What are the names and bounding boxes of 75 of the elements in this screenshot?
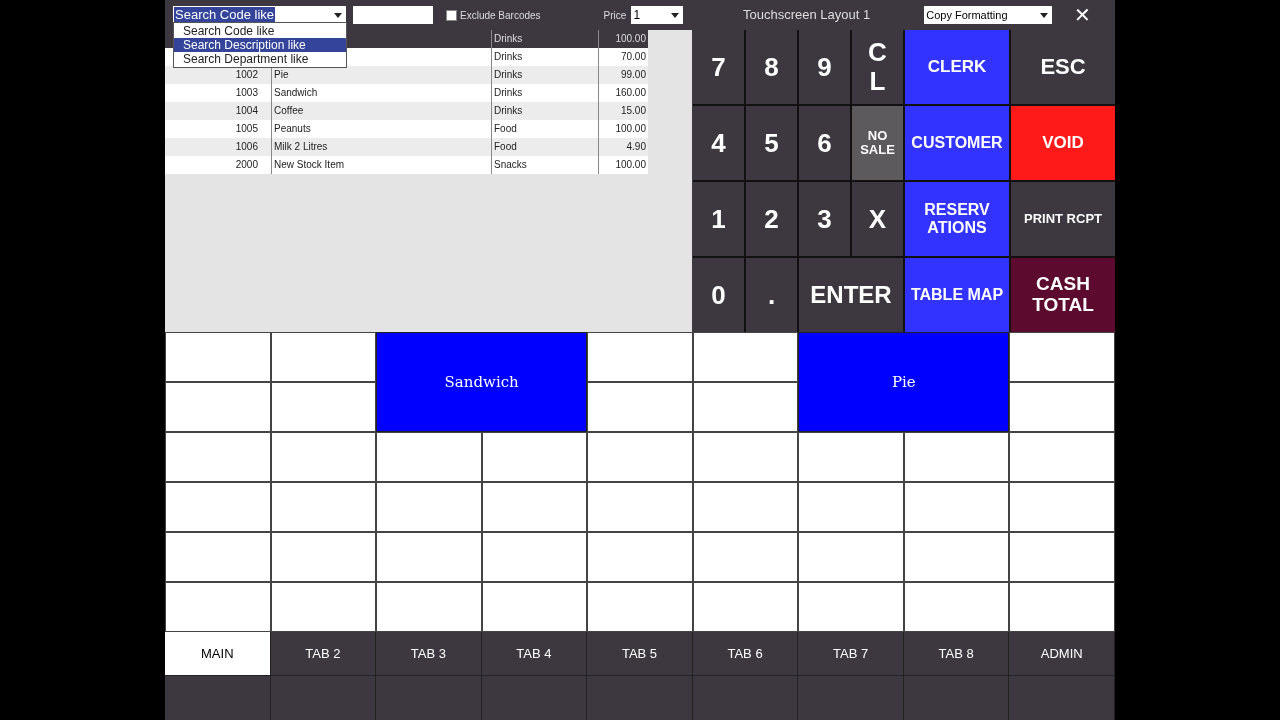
price-label: Price — [603, 8, 627, 23]
item-button[interactable]: Sandwich — [376, 332, 588, 432]
keypad-key[interactable]: 4 — [693, 106, 744, 180]
table-cell: Drinks — [494, 87, 523, 98]
keypad-key[interactable]: 6 — [799, 106, 850, 180]
dropdown-option[interactable]: Search Department like — [174, 52, 346, 66]
table-cell: Drinks — [494, 69, 523, 80]
item-button[interactable]: Pie — [798, 332, 1010, 432]
keypad-key[interactable]: 2 — [746, 182, 797, 256]
table-cell: Food — [494, 141, 517, 152]
keypad-key[interactable]: C L — [852, 30, 903, 104]
table-cell: 1002 — [235, 69, 258, 80]
checkbox[interactable] — [446, 9, 457, 21]
table-cell: 160.00 — [615, 87, 646, 98]
table-cell: 100.00 — [615, 159, 646, 170]
table-cell: Milk 2 Litres — [274, 141, 328, 152]
table-cell: 100.00 — [615, 33, 646, 44]
table-cell: Coffee — [274, 105, 304, 116]
table-cell: Pie — [274, 69, 289, 80]
item-row[interactable]: 1003 Sandwich Drinks 160.00 — [165, 84, 648, 102]
table-cell: Snacks — [494, 159, 527, 170]
close-button[interactable]: ✕ — [1074, 5, 1092, 25]
table-cell: Drinks — [494, 33, 523, 44]
keypad-key[interactable]: 8 — [746, 30, 797, 104]
item-row[interactable]: 1005 Peanuts Food 100.00 — [165, 120, 648, 138]
price-select[interactable]: 1 — [631, 6, 684, 24]
table-cell: 1003 — [235, 87, 258, 98]
keypad-key[interactable]: 9 — [799, 30, 850, 104]
tab[interactable]: MAIN — [165, 632, 271, 675]
table-cell: 15.00 — [620, 105, 646, 116]
table-cell: Peanuts — [274, 123, 311, 134]
item-row[interactable]: 1006 Milk 2 Litres Food 4.90 — [165, 138, 648, 156]
table-cell: New Stock Item — [274, 159, 345, 170]
caret-icon — [1040, 12, 1049, 18]
item-row[interactable]: 2000 New Stock Item Snacks 100.00 — [165, 156, 648, 174]
table-cell: 1006 — [235, 141, 258, 152]
table-cell: 70.00 — [620, 51, 646, 62]
keypad-key[interactable]: 7 — [693, 30, 744, 104]
keypad-key[interactable]: TABLE MAP — [905, 258, 1009, 332]
search-field[interactable] — [353, 6, 433, 24]
caret-icon — [334, 12, 342, 18]
keypad-key[interactable]: 0 — [693, 258, 744, 332]
keypad-key[interactable]: CASH TOTAL — [1011, 258, 1115, 332]
keypad-key[interactable]: CUSTOMER — [905, 106, 1009, 180]
item-row[interactable]: 1002 Pie Drinks 99.00 — [165, 66, 648, 84]
keypad-key[interactable]: PRINT RCPT — [1011, 182, 1115, 256]
caret-icon — [671, 12, 680, 18]
keypad-key[interactable]: CLERK — [905, 30, 1009, 104]
table-cell: 99.00 — [620, 69, 646, 80]
keypad-key[interactable]: X — [852, 182, 903, 256]
table-cell: 1004 — [235, 105, 258, 116]
table-cell: Drinks — [494, 105, 523, 116]
keypad-key[interactable]: NO SALE — [852, 106, 903, 180]
item-row[interactable]: 1004 Coffee Drinks 15.00 — [165, 102, 648, 120]
copy-formatting-select[interactable]: Copy Formatting — [924, 6, 1053, 24]
keypad-key[interactable]: 5 — [746, 106, 797, 180]
layout-title: Touchscreen Layout 1 — [743, 6, 871, 25]
empty-slot[interactable] — [1009, 332, 1115, 382]
keypad-key[interactable]: 1 — [693, 182, 744, 256]
keypad-key[interactable]: VOID — [1011, 106, 1115, 180]
table-cell: Sandwich — [274, 87, 318, 98]
keypad-key[interactable]: ENTER — [799, 258, 903, 332]
table-cell: 4.90 — [626, 141, 646, 152]
keypad-key[interactable]: . — [746, 258, 797, 332]
table-cell: 2000 — [235, 159, 258, 170]
table-cell: Drinks — [494, 51, 523, 62]
keypad-key[interactable]: 3 — [799, 182, 850, 256]
keypad-key[interactable]: ESC — [1011, 30, 1115, 104]
table-cell: 100.00 — [615, 123, 646, 134]
checkbox-label: Exclude Barcodes — [460, 8, 541, 23]
keypad-key[interactable]: RESERV ATIONS — [905, 182, 1009, 256]
empty-slot[interactable] — [1009, 382, 1115, 432]
table-cell: Food — [494, 123, 517, 134]
dropdown-option[interactable]: Search Description like — [174, 38, 346, 52]
table-cell: 1005 — [235, 123, 258, 134]
